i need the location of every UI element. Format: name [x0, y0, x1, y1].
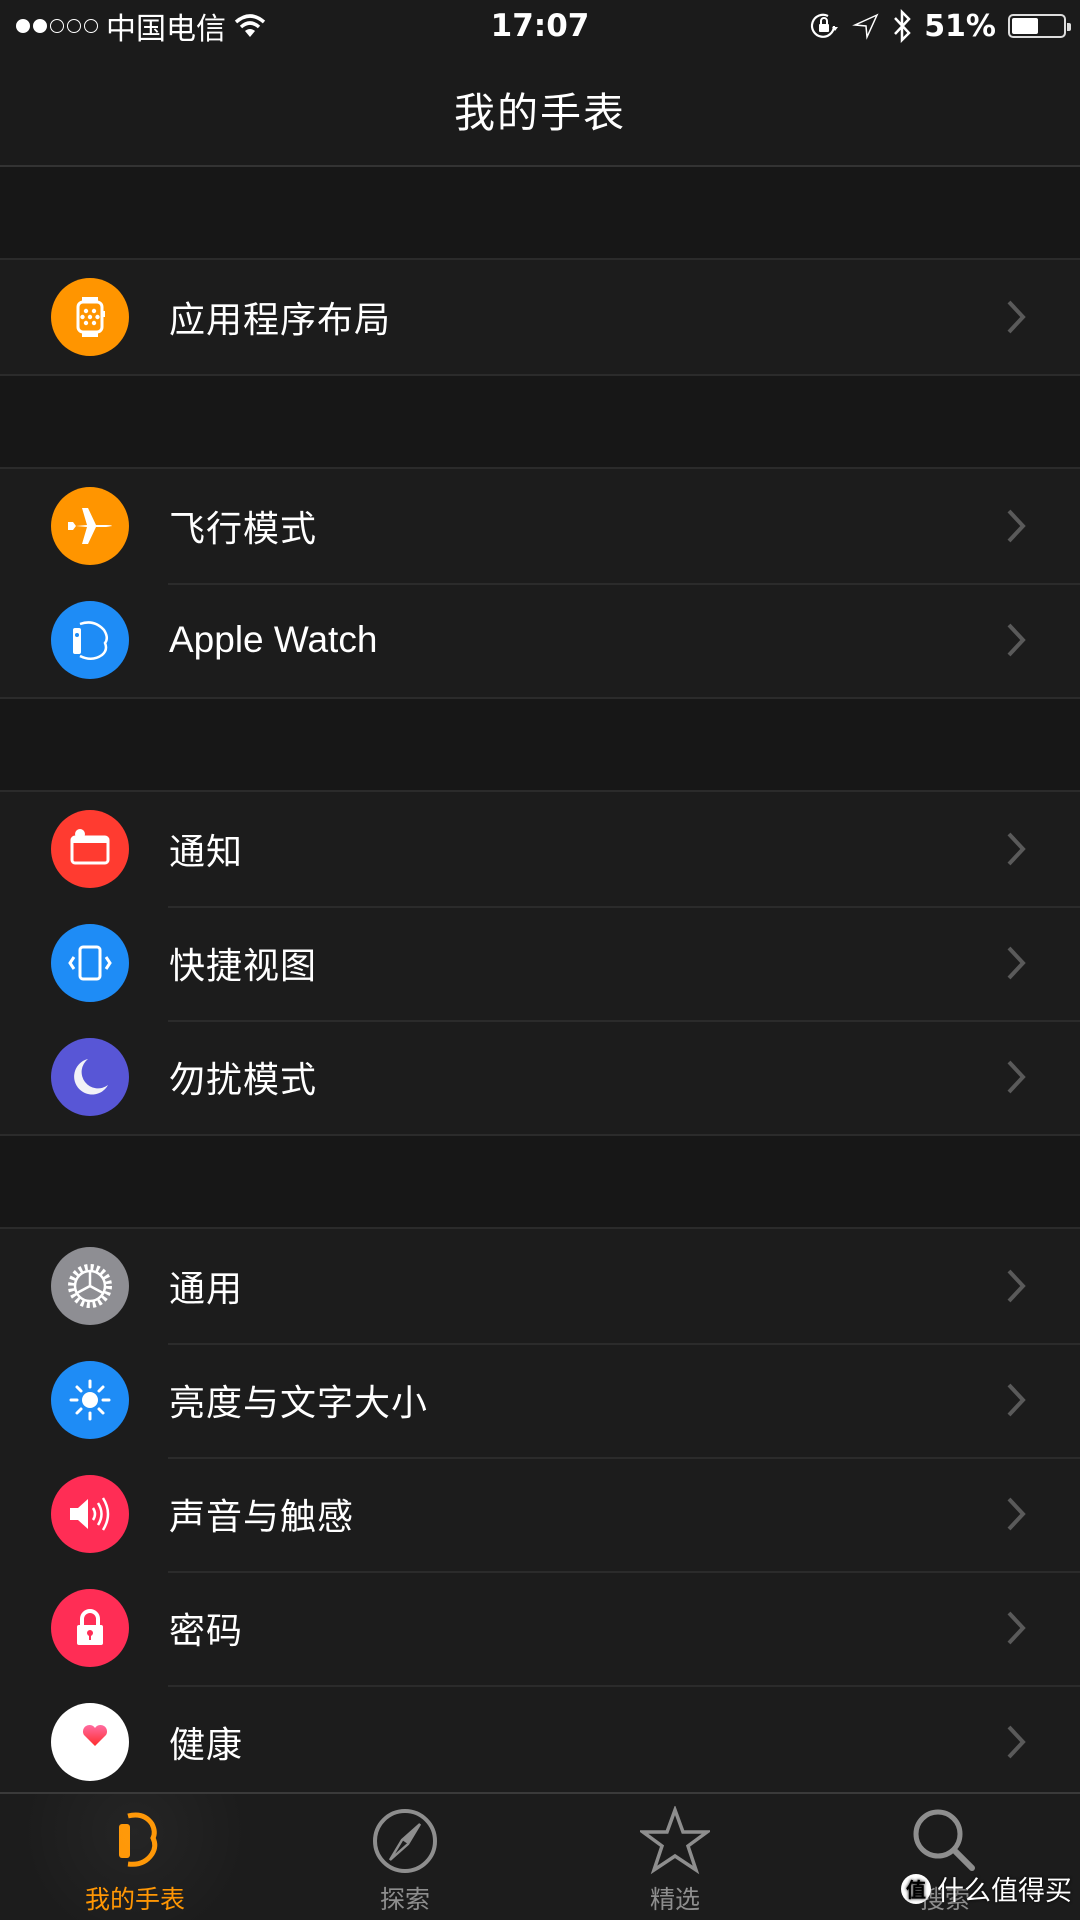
settings-row-brightness[interactable]: 亮度与文字大小: [0, 1343, 1080, 1457]
settings-group-layout: 应用程序布局: [0, 258, 1080, 376]
settings-row-label: 亮度与文字大小: [169, 1383, 429, 1424]
heart-icon: [51, 1703, 129, 1781]
glances-icon: [51, 924, 129, 1002]
settings-row-do-not-disturb[interactable]: 勿扰模式: [0, 1020, 1080, 1134]
brightness-icon: [51, 1361, 129, 1439]
orientation-lock-icon: [811, 13, 839, 38]
settings-row-label: 密码: [169, 1611, 244, 1652]
speaker-icon: [51, 1475, 129, 1553]
tab-explore[interactable]: 探索: [270, 1794, 540, 1920]
star-icon: [640, 1806, 710, 1875]
moon-icon: [51, 1038, 129, 1116]
chevron-right-icon: [996, 1722, 1036, 1762]
settings-row-label: 通知: [169, 832, 244, 873]
settings-row-notifications[interactable]: 通知: [0, 792, 1080, 906]
search-icon: [913, 1809, 975, 1871]
settings-row-label: 应用程序布局: [169, 300, 392, 341]
tab-my-watch[interactable]: 我的手表: [0, 1794, 270, 1920]
chevron-right-icon: [996, 1380, 1036, 1420]
chevron-right-icon: [996, 1057, 1036, 1097]
settings-row-label: 声音与触感: [169, 1497, 355, 1538]
watermark-text: 什么值得买: [937, 1876, 1072, 1907]
settings-group-general: 通用 亮度与文字大小 声音与触感 密码 健康: [0, 1227, 1080, 1801]
settings-list: 应用程序布局 飞行模式 Apple Watch 通知 快捷视图 勿扰模式 通用 …: [0, 167, 1080, 1801]
watch-tab-icon: [119, 1812, 158, 1867]
navigation-bar: 我的手表: [0, 52, 1080, 167]
settings-row-apple-watch[interactable]: Apple Watch: [0, 583, 1080, 697]
status-bar: 中国电信 17:07 51%: [0, 0, 1080, 52]
page-title: 我的手表: [454, 88, 626, 137]
settings-row-sounds-haptics[interactable]: 声音与触感: [0, 1457, 1080, 1571]
chevron-right-icon: [996, 620, 1036, 660]
compass-icon: [373, 1809, 437, 1873]
settings-row-label: 健康: [169, 1725, 244, 1766]
chevron-right-icon: [996, 297, 1036, 337]
airplane-icon: [51, 487, 129, 565]
notification-icon: [51, 810, 129, 888]
bluetooth-icon: [894, 9, 911, 43]
app-layout-watch-icon: [51, 278, 129, 356]
battery-percent: 51%: [924, 8, 996, 44]
watermark: 值 什么值得买: [901, 1869, 1072, 1908]
chevron-right-icon: [996, 829, 1036, 869]
settings-row-label: 通用: [169, 1269, 244, 1310]
settings-row-label: 勿扰模式: [169, 1060, 318, 1101]
chevron-right-icon: [996, 1608, 1036, 1648]
settings-row-health[interactable]: 健康: [0, 1685, 1080, 1799]
tab-bar: 我的手表 探索 精选 搜索 值 什么值得买: [0, 1792, 1080, 1920]
tab-featured[interactable]: 精选: [540, 1794, 810, 1920]
settings-row-glances[interactable]: 快捷视图: [0, 906, 1080, 1020]
gear-icon: [51, 1247, 129, 1325]
settings-group-device: 飞行模式 Apple Watch: [0, 467, 1080, 699]
settings-row-airplane-mode[interactable]: 飞行模式: [0, 469, 1080, 583]
settings-row-general[interactable]: 通用: [0, 1229, 1080, 1343]
chevron-right-icon: [996, 1494, 1036, 1534]
settings-row-label: 飞行模式: [169, 509, 318, 550]
chevron-right-icon: [996, 943, 1036, 983]
watermark-badge: 值: [901, 1873, 931, 1904]
tab-label: 探索: [379, 1885, 430, 1914]
chevron-right-icon: [996, 506, 1036, 546]
settings-row-app-layout[interactable]: 应用程序布局: [0, 260, 1080, 374]
location-arrow-icon: [852, 13, 879, 40]
battery-icon: [1008, 14, 1071, 38]
lock-icon: [51, 1589, 129, 1667]
tab-label: 我的手表: [84, 1885, 185, 1914]
settings-row-label: 快捷视图: [169, 946, 318, 987]
settings-row-passcode[interactable]: 密码: [0, 1571, 1080, 1685]
settings-row-label: Apple Watch: [169, 619, 378, 660]
apple-watch-side-icon: [51, 601, 129, 679]
settings-group-notifications: 通知 快捷视图 勿扰模式: [0, 790, 1080, 1136]
tab-label: 精选: [649, 1885, 700, 1914]
chevron-right-icon: [996, 1266, 1036, 1306]
